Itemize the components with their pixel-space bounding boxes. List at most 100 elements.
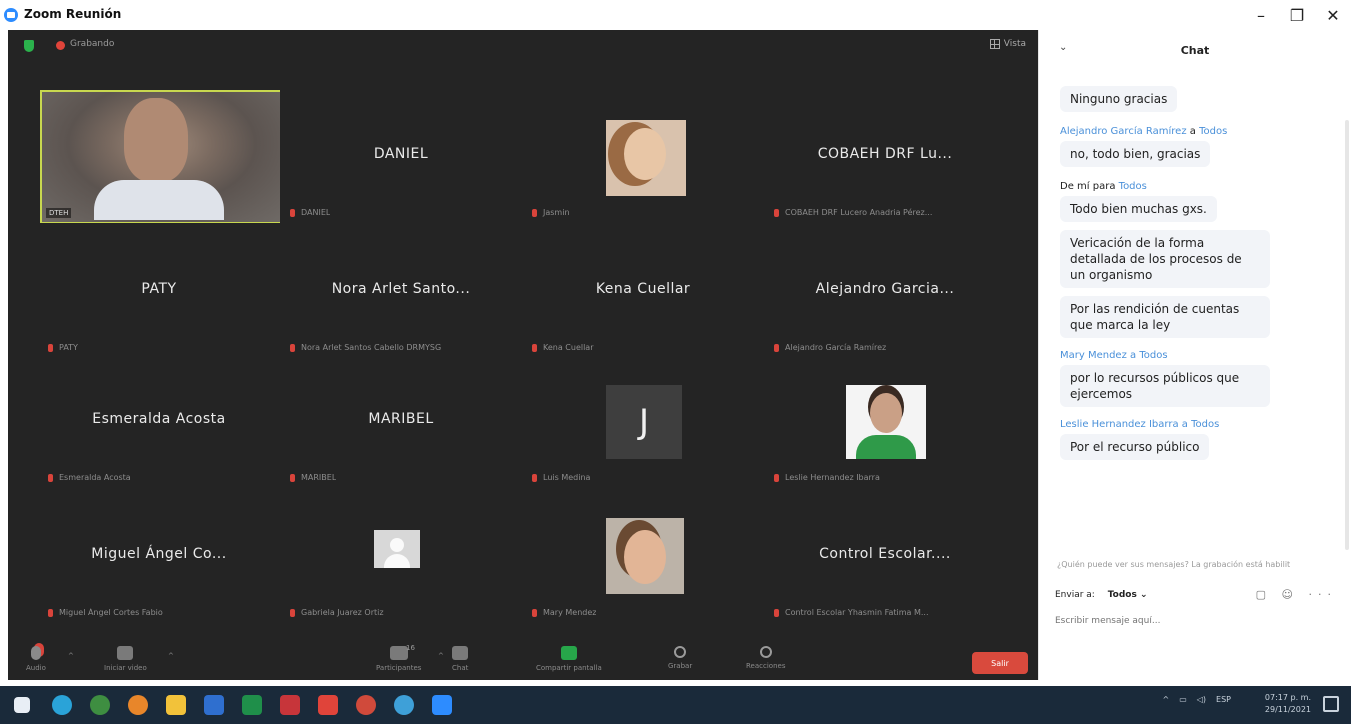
participant-tile[interactable]: Kena Cuellar Kena Cuellar xyxy=(522,223,764,358)
restore-button[interactable]: ❐ xyxy=(1279,0,1315,30)
chat-tools[interactable]: ▢ ☺ ··· xyxy=(1256,588,1337,601)
share-screen-icon xyxy=(560,646,577,660)
participant-name: PATY xyxy=(141,281,177,297)
meeting-topbar: Grabando Vista xyxy=(8,30,1038,64)
participant-name: Esmeralda Acosta xyxy=(92,411,226,427)
send-to-value[interactable]: Todos ⌄ xyxy=(1108,590,1148,600)
edge-icon[interactable] xyxy=(52,695,72,715)
audio-button[interactable]: Audio xyxy=(26,646,46,672)
close-button[interactable]: ✕ xyxy=(1315,0,1351,30)
chat-title: Chat xyxy=(1180,44,1210,57)
participant-tile[interactable]: COBAEH DRF Lu... COBAEH DRF Lucero Anadr… xyxy=(764,88,1006,223)
volume-icon[interactable]: ◁) xyxy=(1197,695,1206,704)
word-icon[interactable] xyxy=(204,695,224,715)
participant-label: MARIBEL xyxy=(290,473,336,482)
chrome-profile-icon[interactable] xyxy=(356,695,376,715)
participant-tile[interactable]: Mary Mendez xyxy=(522,488,764,623)
send-to-selector[interactable]: Enviar a: Todos ⌄ xyxy=(1055,590,1148,600)
participant-label: Kena Cuellar xyxy=(532,343,594,352)
share-screen-button[interactable]: Compartir pantalla xyxy=(536,646,602,672)
system-clock[interactable]: 07:17 p. m. 29/11/2021 xyxy=(1265,692,1311,716)
message-text: Todo bien muchas gxs. xyxy=(1060,196,1217,222)
file-explorer-icon[interactable] xyxy=(166,695,186,715)
excel-icon[interactable] xyxy=(242,695,262,715)
participant-tile[interactable]: MARIBEL MARIBEL xyxy=(280,353,522,488)
video-face xyxy=(124,98,188,182)
chrome-alt-icon[interactable] xyxy=(394,695,414,715)
participant-tile[interactable]: Gabriela Juarez Ortiz xyxy=(280,488,522,623)
participant-tile[interactable]: Alejandro Garcia... Alejandro García Ram… xyxy=(764,223,1006,358)
participant-label: DTEH xyxy=(46,208,72,218)
participant-label: Esmeralda Acosta xyxy=(48,473,131,482)
record-icon xyxy=(674,646,687,658)
chat-message: por lo recursos públicos que ejercemos xyxy=(1039,361,1351,407)
message-text: Ninguno gracias xyxy=(1060,86,1178,112)
participant-label: DANIEL xyxy=(290,208,330,217)
minimize-button[interactable]: – xyxy=(1243,0,1279,30)
reactions-button[interactable]: Reacciones xyxy=(746,646,785,670)
participant-label: Luis Medina xyxy=(532,473,590,482)
zoom-taskbar-icon[interactable] xyxy=(432,695,452,715)
chrome-icon[interactable] xyxy=(90,695,110,715)
chat-scrollbar[interactable] xyxy=(1345,120,1349,550)
participant-tile[interactable]: Miguel Ángel Co... Miguel Ángel Cortes F… xyxy=(38,488,280,623)
acrobat-icon[interactable] xyxy=(318,695,338,715)
participants-count: 16 xyxy=(406,644,415,652)
chat-messages: Ninguno gracias Alejandro García Ramírez… xyxy=(1039,82,1351,460)
mic-muted-icon xyxy=(48,473,53,482)
tray-chevron-icon[interactable]: ^ xyxy=(1162,695,1169,704)
participant-tile[interactable]: Control Escolar.... Control Escolar Yhas… xyxy=(764,488,1006,623)
chat-button[interactable]: Chat xyxy=(452,646,468,672)
participant-label: Jasmin xyxy=(532,208,570,217)
mic-muted-icon xyxy=(290,473,295,482)
system-tray: ^ ▭ ◁) ESP xyxy=(1162,695,1231,704)
participant-label: Nora Arlet Santos Cabello DRMYSG xyxy=(290,343,441,352)
window-controls: – ❐ ✕ xyxy=(1243,0,1351,30)
participants-options-caret[interactable]: ^ xyxy=(438,652,444,660)
participant-name: Alejandro Garcia... xyxy=(815,281,955,297)
participant-tile[interactable]: DTEH xyxy=(38,88,284,224)
chat-panel: ⌄ Chat Ninguno gracias Alejandro García … xyxy=(1038,30,1351,680)
participant-tile[interactable]: Nora Arlet Santo... Nora Arlet Santos Ca… xyxy=(280,223,522,358)
firefox-icon[interactable] xyxy=(128,695,148,715)
network-icon[interactable]: ▭ xyxy=(1179,695,1187,704)
mic-muted-icon xyxy=(290,208,295,217)
view-label: Vista xyxy=(1003,39,1026,49)
audio-options-caret[interactable]: ^ xyxy=(68,652,74,660)
participant-tile[interactable]: Jasmin xyxy=(522,88,764,223)
window-title: Zoom Reunión xyxy=(24,7,122,21)
chat-privacy-notice[interactable]: ¿Quién puede ver sus mensajes? La grabac… xyxy=(1057,560,1290,569)
leave-button[interactable]: Salir xyxy=(972,652,1028,674)
photo-shirt xyxy=(856,435,916,459)
chat-message-input[interactable] xyxy=(1055,616,1335,626)
reactions-icon xyxy=(759,646,772,658)
video-camera-off-icon xyxy=(117,646,134,660)
video-options-caret[interactable]: ^ xyxy=(168,652,174,660)
participant-tile[interactable]: DANIEL DANIEL xyxy=(280,88,522,223)
start-video-button[interactable]: Iniciar video xyxy=(104,646,147,672)
mic-muted-icon xyxy=(48,608,53,617)
participant-name: MARIBEL xyxy=(368,411,434,427)
recording-label: Grabando xyxy=(70,39,115,49)
record-button[interactable]: Grabar xyxy=(668,646,692,670)
language-indicator[interactable]: ESP xyxy=(1216,695,1231,704)
mic-muted-icon xyxy=(532,208,537,217)
zoom-app-icon xyxy=(4,8,18,22)
send-to-label: Enviar a: xyxy=(1055,590,1095,600)
participant-photo xyxy=(606,120,686,196)
participant-tile[interactable]: J Luis Medina xyxy=(522,353,764,488)
participant-tile[interactable]: PATY PATY xyxy=(38,223,280,358)
clock-date: 29/11/2021 xyxy=(1264,705,1311,714)
participant-tile[interactable]: Leslie Hernandez Ibarra xyxy=(764,353,1006,488)
notifications-icon[interactable] xyxy=(1323,696,1339,712)
view-button[interactable]: Vista xyxy=(989,39,1026,49)
powerpoint-icon[interactable] xyxy=(280,695,300,715)
shield-icon[interactable] xyxy=(24,40,34,52)
participant-tile[interactable]: Esmeralda Acosta Esmeralda Acosta xyxy=(38,353,280,488)
participant-label: Control Escolar Yhasmin Fatima M... xyxy=(774,608,929,617)
message-sender: De mí para Todos xyxy=(1060,181,1147,192)
mic-muted-icon xyxy=(532,608,537,617)
participant-name: Nora Arlet Santo... xyxy=(331,281,471,297)
mic-muted-icon xyxy=(48,343,53,352)
windows-start-icon[interactable] xyxy=(14,697,30,713)
